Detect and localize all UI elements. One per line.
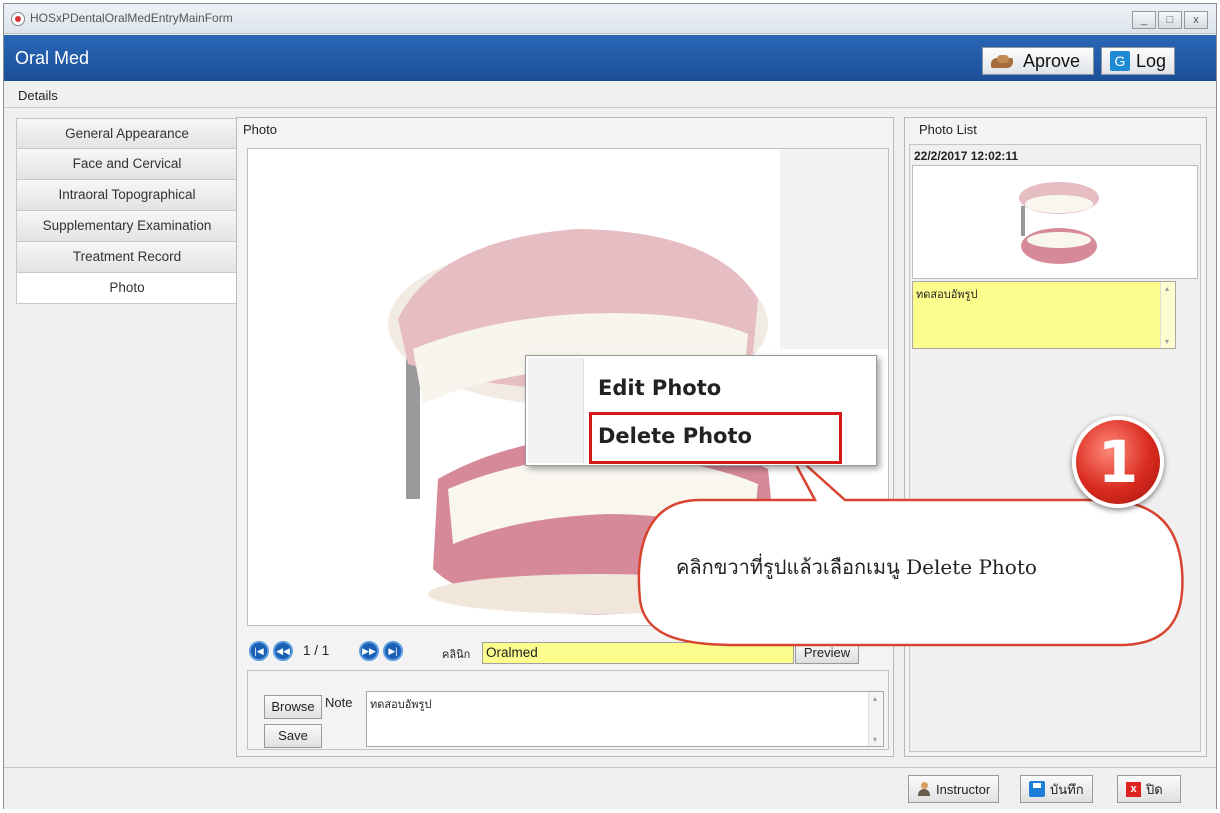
context-menu-edit-photo[interactable]: Edit Photo — [598, 376, 721, 400]
delete-photo-highlight — [589, 412, 842, 464]
callout-instruction: คลิกขวาที่รูปแล้วเลือกเมนู Delete Photo — [676, 555, 1037, 579]
step-number-badge: 1 — [1072, 416, 1164, 508]
